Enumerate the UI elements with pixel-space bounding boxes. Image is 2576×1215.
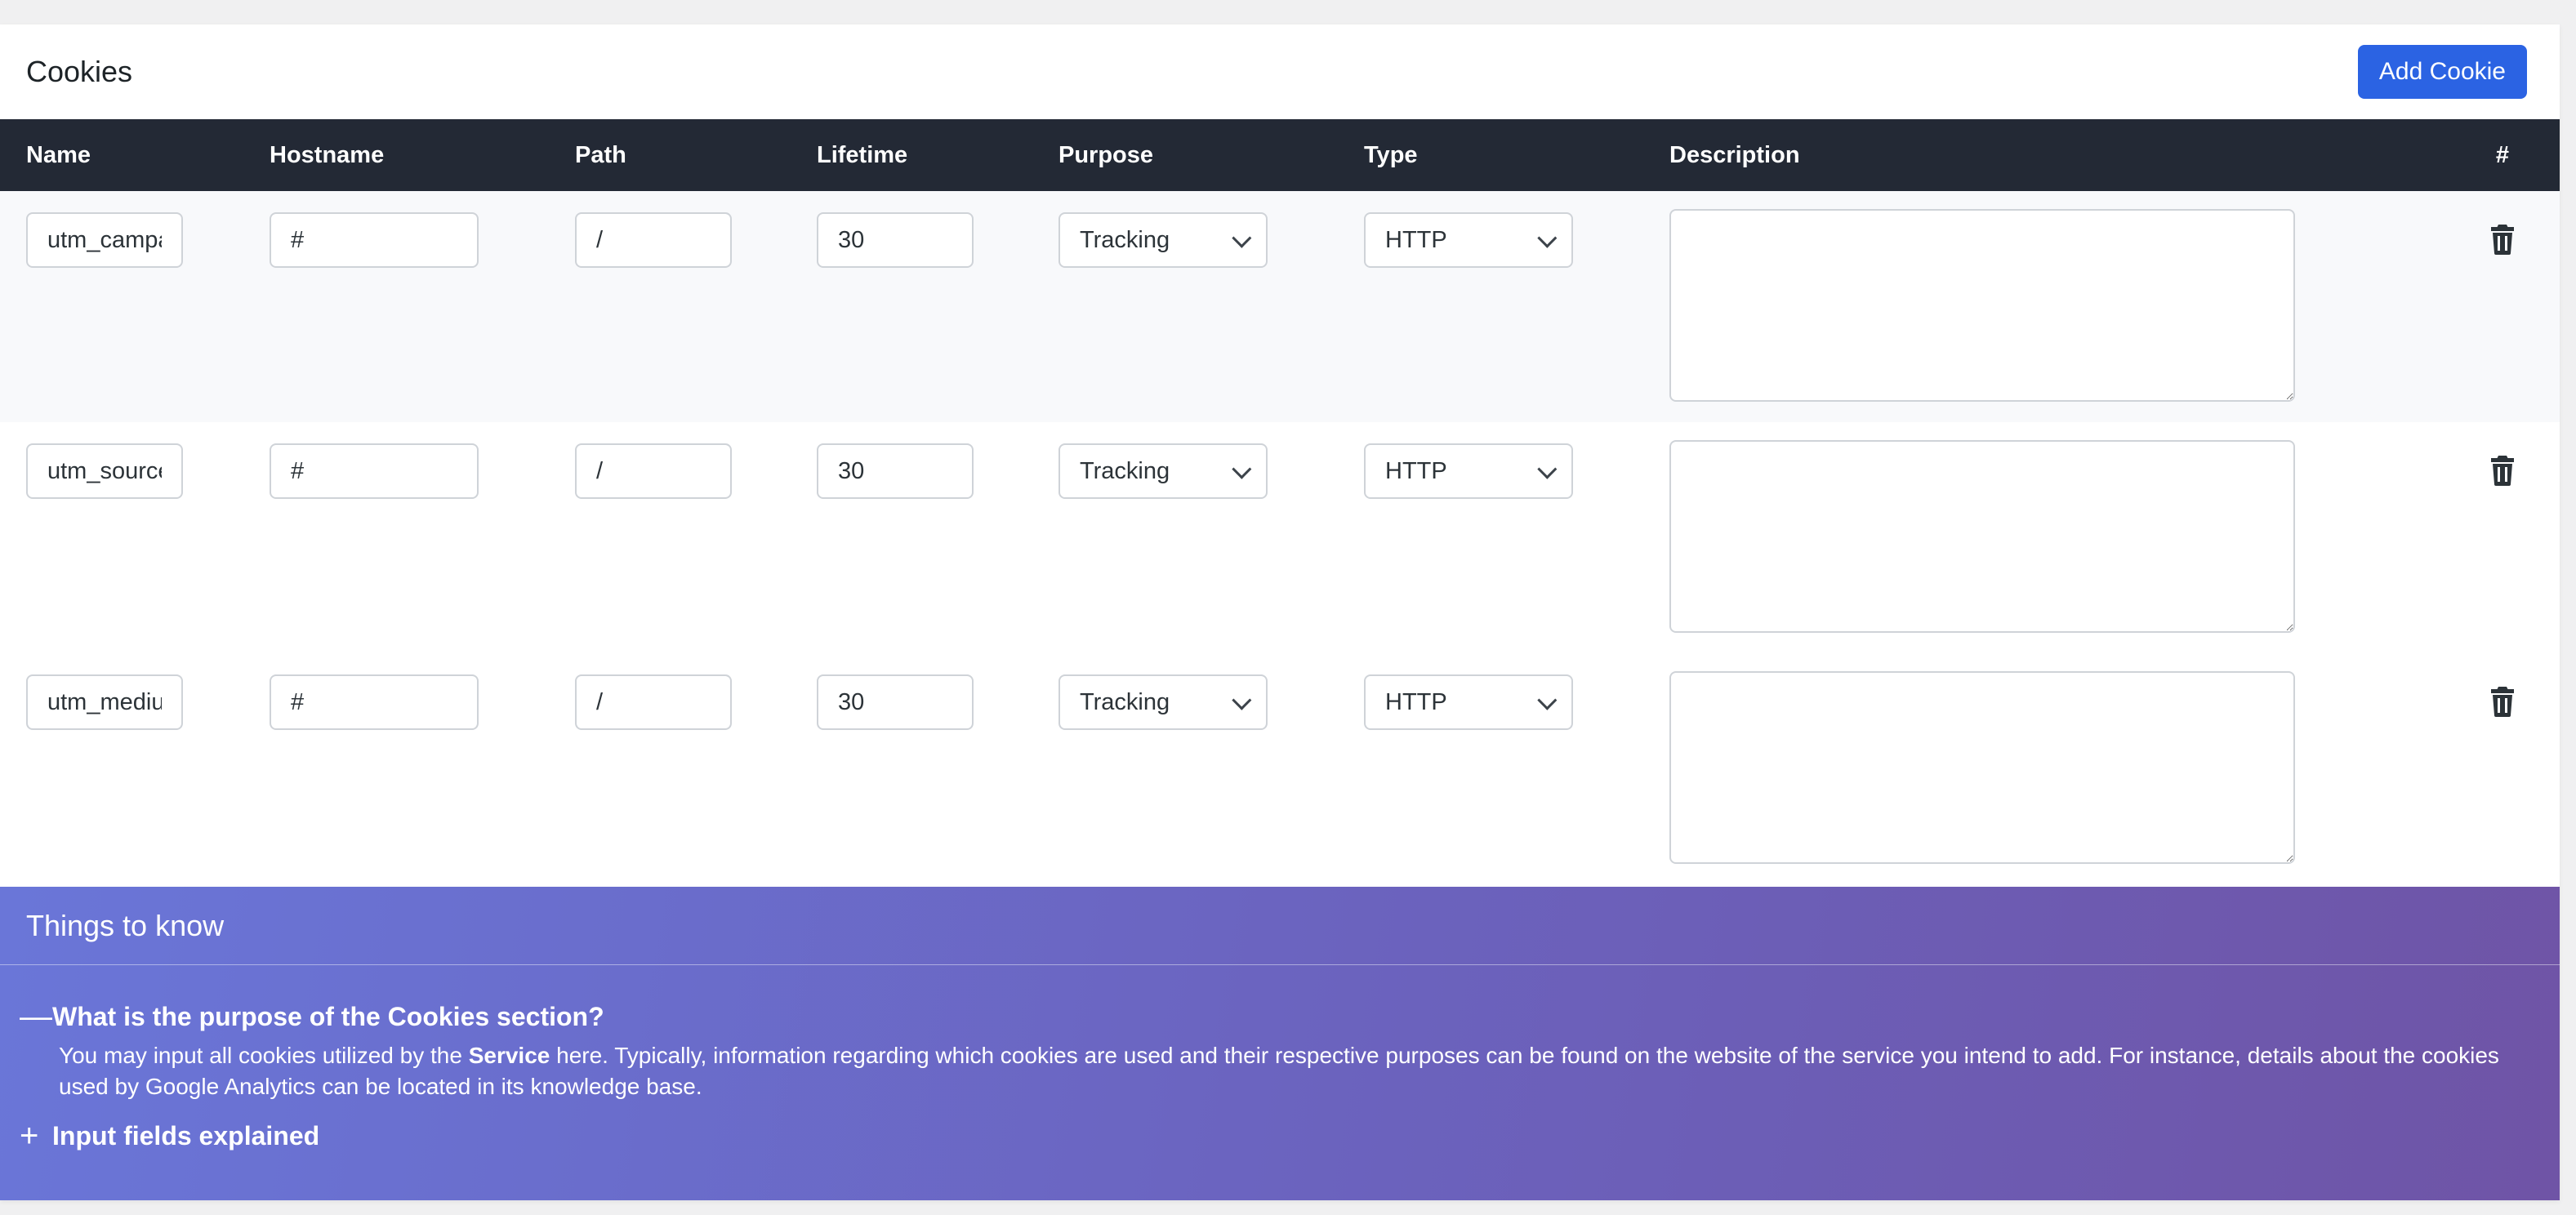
cookie-path-input[interactable] [575,212,732,268]
cookie-path-input[interactable] [575,443,732,499]
cookie-description-textarea[interactable] [1669,440,2295,633]
chevron-down-icon [1232,459,1252,479]
faq-question-purpose[interactable]: — What is the purpose of the Cookies sec… [20,990,2560,1044]
cookie-type-select[interactable]: HTTP [1364,443,1573,499]
trash-icon[interactable] [2490,224,2515,259]
cookie-description-textarea[interactable] [1669,209,2295,402]
panel-header: Cookies Add Cookie [0,24,2560,119]
cookie-type-select[interactable]: HTTP [1364,674,1573,730]
cookie-hostname-input[interactable] [270,212,479,268]
chevron-down-icon [1537,459,1558,479]
chevron-down-icon [1537,228,1558,248]
purpose-value: Tracking [1080,226,1170,253]
faq-question-text: Input fields explained [52,1120,320,1150]
type-value: HTTP [1385,688,1447,715]
type-value: HTTP [1385,226,1447,253]
cookie-lifetime-input[interactable] [817,674,974,730]
chevron-down-icon [1232,228,1252,248]
type-value: HTTP [1385,457,1447,484]
collapse-icon[interactable]: — [20,999,52,1035]
cookie-path-input[interactable] [575,674,732,730]
cookie-type-select[interactable]: HTTP [1364,212,1573,268]
trash-icon[interactable] [2490,455,2515,490]
cookie-purpose-select[interactable]: Tracking [1058,212,1268,268]
column-header-actions: # [2495,141,2510,168]
column-header-type: Type [1364,141,1418,168]
cookie-name-input[interactable] [26,212,183,268]
answer-text: You may input all cookies utilized by th… [59,1043,469,1068]
section-title: Things to know [0,887,2560,965]
page-title: Cookies [26,55,133,88]
cookies-table: Name Hostname Path Lifetime Purpose Type… [0,119,2560,884]
table-row: Tracking HTTP [0,422,2560,653]
faq-item: + Input fields explained [0,1109,2560,1163]
faq-question-input-fields[interactable]: + Input fields explained [20,1109,2560,1163]
cookie-purpose-select[interactable]: Tracking [1058,674,1268,730]
column-header-hostname: Hostname [270,141,385,168]
column-header-purpose: Purpose [1058,141,1154,168]
faq-answer: You may input all cookies utilized by th… [26,1040,2560,1102]
cookie-lifetime-input[interactable] [817,212,974,268]
expand-icon[interactable]: + [20,1118,52,1155]
chevron-down-icon [1537,690,1558,710]
cookies-panel: Cookies Add Cookie Name Hostname Path Li… [0,24,2560,1200]
purpose-value: Tracking [1080,457,1170,484]
cookie-lifetime-input[interactable] [817,443,974,499]
purpose-value: Tracking [1080,688,1170,715]
column-header-lifetime: Lifetime [817,141,908,168]
column-header-description: Description [1669,141,1800,168]
answer-bold: Service [468,1043,550,1068]
things-to-know-section: Things to know — What is the purpose of … [0,887,2560,1200]
add-cookie-button[interactable]: Add Cookie [2357,45,2527,99]
table-row: Tracking HTTP [0,653,2560,884]
faq-item: — What is the purpose of the Cookies sec… [0,990,2560,1102]
cookie-purpose-select[interactable]: Tracking [1058,443,1268,499]
column-header-path: Path [575,141,626,168]
table-row: Tracking HTTP [0,191,2560,422]
cookie-hostname-input[interactable] [270,674,479,730]
chevron-down-icon [1232,690,1252,710]
trash-icon[interactable] [2490,686,2515,721]
cookie-description-textarea[interactable] [1669,671,2295,864]
table-header-row: Name Hostname Path Lifetime Purpose Type… [0,119,2560,191]
column-header-name: Name [26,141,91,168]
cookie-name-input[interactable] [26,674,183,730]
cookie-name-input[interactable] [26,443,183,499]
cookie-hostname-input[interactable] [270,443,479,499]
faq-question-text: What is the purpose of the Cookies secti… [52,1001,604,1031]
